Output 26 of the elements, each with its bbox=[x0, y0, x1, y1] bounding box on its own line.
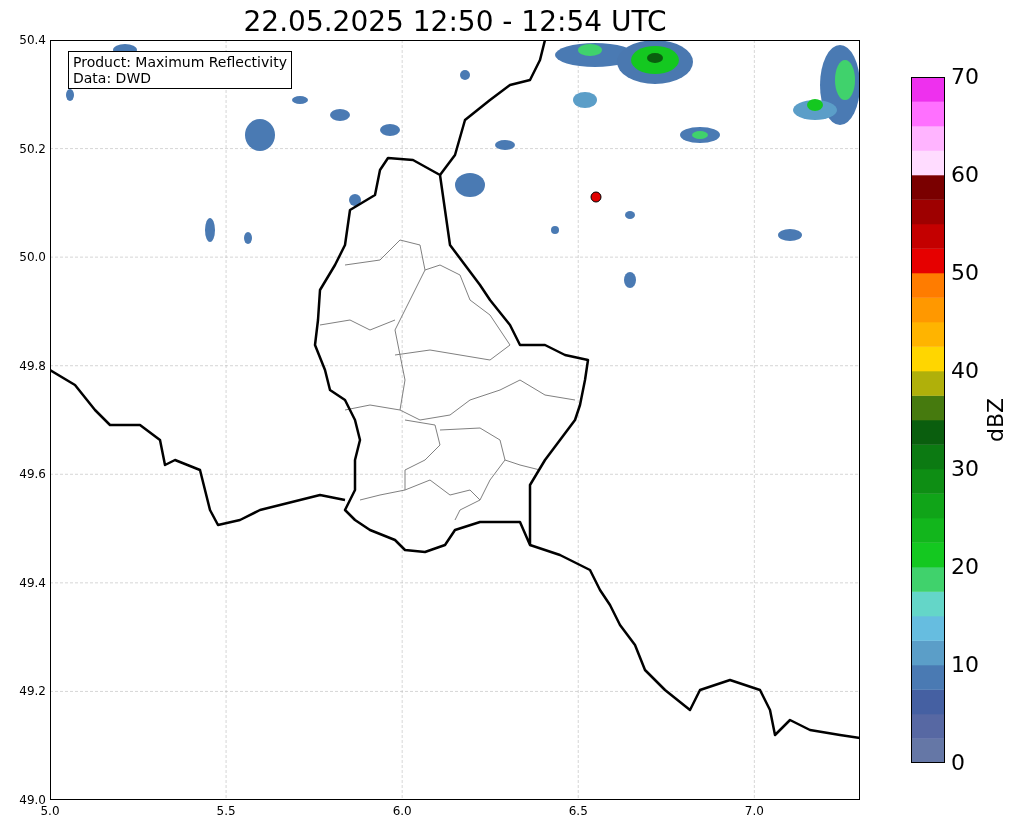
x-axis-label: 5.0 bbox=[40, 804, 60, 818]
x-axis-label: 6.0 bbox=[392, 804, 412, 818]
x-axis-label: 5.5 bbox=[216, 804, 236, 818]
y-axis-label: 50.4 bbox=[18, 33, 46, 47]
colorbar-tick-label: 30 bbox=[951, 458, 979, 480]
colorbar-tick-label: 0 bbox=[951, 752, 965, 774]
y-axis-label: 49.0 bbox=[18, 793, 46, 807]
colorbar-label: dBZ bbox=[982, 397, 1008, 443]
colorbar-tick-label: 10 bbox=[951, 654, 979, 676]
y-axis-label: 49.4 bbox=[18, 575, 46, 590]
colorbar-tick-label: 70 bbox=[951, 66, 979, 88]
x-axis-label: 6.5 bbox=[568, 804, 588, 818]
info-text: Product: Maximum Reflectivity bbox=[73, 54, 287, 70]
y-axis-label: 50.0 bbox=[18, 250, 46, 265]
chart-title: 22.05.2025 12:50 - 12:54 UTC bbox=[242, 4, 668, 40]
colorbar-tick-label: 40 bbox=[951, 360, 979, 382]
colorbar-tick-label: 50 bbox=[951, 262, 979, 284]
colorbar-tick-label: 20 bbox=[951, 556, 979, 578]
y-axis-label: 49.6 bbox=[18, 467, 46, 482]
location-marker bbox=[590, 191, 602, 203]
colorbar-tick-label: 60 bbox=[951, 164, 979, 186]
y-axis-label: 50.2 bbox=[18, 141, 46, 156]
x-axis-label: 7.0 bbox=[744, 804, 764, 818]
info-text: Data: DWD bbox=[73, 70, 152, 86]
y-axis-label: 49.8 bbox=[18, 358, 46, 373]
y-axis-label: 49.2 bbox=[18, 684, 46, 699]
